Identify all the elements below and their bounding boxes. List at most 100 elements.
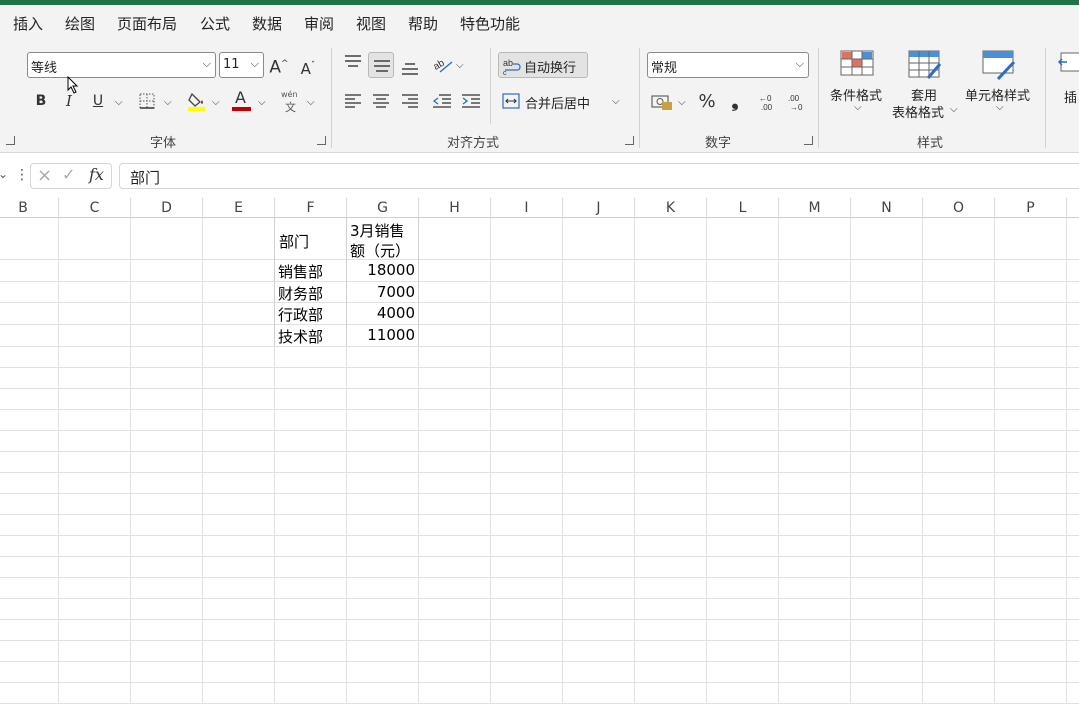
insert-function-icon[interactable]: fx [89,165,104,184]
gridline [850,218,851,704]
chevron-down-icon[interactable]: ⌵ [115,97,123,108]
formula-input[interactable]: 部门 [119,163,1079,189]
chevron-down-icon: ⌵ [612,96,620,107]
chevron-down-icon[interactable]: ⌵ [996,102,1004,113]
cell-styles-icon[interactable] [982,50,1016,80]
align-left-icon[interactable] [344,93,362,109]
tab-data[interactable]: 数据 [252,13,282,34]
table-cell-value[interactable]: 7000 [347,283,415,301]
column-header-j[interactable]: J [563,198,635,218]
align-center-icon[interactable] [372,93,390,109]
cancel-entry-icon[interactable]: × [37,165,52,186]
merge-center-button[interactable]: 合并后居中 ⌵ [500,91,625,113]
column-header-o[interactable]: O [923,198,995,218]
font-size-combo[interactable]: 11 ⌵ [219,52,264,78]
column-header-d[interactable]: D [131,198,203,218]
align-top-icon[interactable] [344,54,362,70]
chevron-down-icon[interactable]: ⌵ [164,97,172,108]
increase-decimal-icon[interactable]: ←0 .00 [757,92,779,112]
insert-label[interactable]: 插 [1064,87,1077,106]
column-header-c[interactable]: C [59,198,131,218]
table-header-sales-line1[interactable]: 3月销售 [350,220,405,241]
tab-review[interactable]: 审阅 [304,13,334,34]
table-cell-dept[interactable]: 行政部 [278,304,323,325]
font-name-combo[interactable]: 等线 ⌵ [27,52,216,78]
insert-cells-icon[interactable] [1057,50,1079,80]
gridline [0,493,1079,494]
phonetic-guide-icon[interactable]: wén 文 [280,90,302,114]
alignment-dialog-launcher-icon[interactable] [625,136,634,145]
font-color-icon[interactable]: A [232,88,252,112]
table-cell-value[interactable]: 18000 [347,261,415,279]
bold-button[interactable]: B [32,91,50,111]
tab-page-layout[interactable]: 页面布局 [117,13,177,34]
gridline [0,388,1079,389]
column-header-g[interactable]: G [347,198,419,218]
table-header-sales-line2[interactable]: 额（元） [350,240,410,261]
confirm-entry-icon[interactable]: ✓ [62,165,75,184]
chevron-down-icon[interactable]: ⌵ [950,104,958,115]
format-as-table-label-2[interactable]: 表格格式 [892,102,944,121]
fill-color-icon[interactable] [186,90,208,112]
gridline [0,302,1079,303]
column-header-n[interactable]: N [851,198,923,218]
column-header-e[interactable]: E [203,198,275,218]
table-cell-value[interactable]: 4000 [347,304,415,322]
font-dialog-launcher-icon[interactable] [317,136,326,145]
increase-indent-icon[interactable] [461,93,481,109]
chevron-down-icon[interactable]: ⌵ [456,60,464,71]
number-format-combo[interactable]: 常规 ⌵ [647,52,809,78]
column-header-k[interactable]: K [635,198,707,218]
wrap-text-button[interactable]: ab c 自动换行 [498,52,588,78]
conditional-formatting-icon[interactable] [840,50,874,80]
align-middle-button[interactable] [368,52,394,78]
more-options-icon[interactable]: ⋮ [15,167,29,183]
orientation-icon[interactable]: ab [432,54,454,74]
tab-view[interactable]: 视图 [356,13,386,34]
chevron-down-icon[interactable]: ⌵ [307,97,315,108]
comma-style-icon[interactable]: ❟ [727,92,743,112]
chevron-down-icon[interactable]: ⌵ [678,97,686,108]
column-header-m[interactable]: M [779,198,851,218]
borders-icon[interactable] [138,92,156,110]
column-header-h[interactable]: H [419,198,491,218]
grow-font-icon[interactable]: A^ [269,54,289,78]
launcher-icon[interactable] [6,136,15,145]
name-box-dropdown-icon[interactable]: ⌄ [0,167,8,181]
underline-button[interactable]: U [89,91,107,111]
shrink-font-icon[interactable]: Aˇ [298,56,318,79]
chevron-down-icon[interactable]: ⌵ [854,102,862,113]
align-bottom-icon[interactable] [401,60,419,76]
tab-draw[interactable]: 绘图 [65,13,95,34]
decrease-indent-icon[interactable] [432,93,452,109]
table-cell-dept[interactable]: 技术部 [278,326,323,347]
table-header-dept[interactable]: 部门 [279,231,309,252]
column-header-l[interactable]: L [707,198,779,218]
chevron-down-icon[interactable]: ⌵ [258,97,266,108]
gridline [0,619,1079,620]
decrease-decimal-icon[interactable]: .00 →0 [786,92,808,112]
column-header-p[interactable]: P [995,198,1067,218]
wrap-text-label: 自动换行 [524,61,577,76]
column-header-f[interactable]: F [275,198,347,218]
format-as-table-icon[interactable] [908,50,942,80]
table-cell-dept[interactable]: 销售部 [278,261,323,282]
accounting-format-icon[interactable] [651,93,673,111]
worksheet-grid[interactable]: 部门 3月销售 额（元） 销售部 18000 财务部 7000 行政部 4000… [0,218,1079,704]
table-cell-value[interactable]: 11000 [347,326,415,344]
align-right-icon[interactable] [401,93,419,109]
table-cell-dept[interactable]: 财务部 [278,283,323,304]
tab-help[interactable]: 帮助 [408,13,438,34]
column-header-i[interactable]: I [491,198,563,218]
group-divider [1045,48,1046,148]
gridline [634,218,635,704]
tab-special-features[interactable]: 特色功能 [460,13,520,34]
tab-insert[interactable]: 插入 [13,13,43,34]
column-header-b[interactable]: B [0,198,59,218]
percent-style-icon[interactable]: % [697,92,717,112]
chevron-down-icon[interactable]: ⌵ [212,97,220,108]
column-headers: B C D E F G H I J K L M N O P [0,198,1079,218]
tab-formulas[interactable]: 公式 [200,13,230,34]
number-dialog-launcher-icon[interactable] [804,136,813,145]
italic-button[interactable]: I [60,91,78,111]
